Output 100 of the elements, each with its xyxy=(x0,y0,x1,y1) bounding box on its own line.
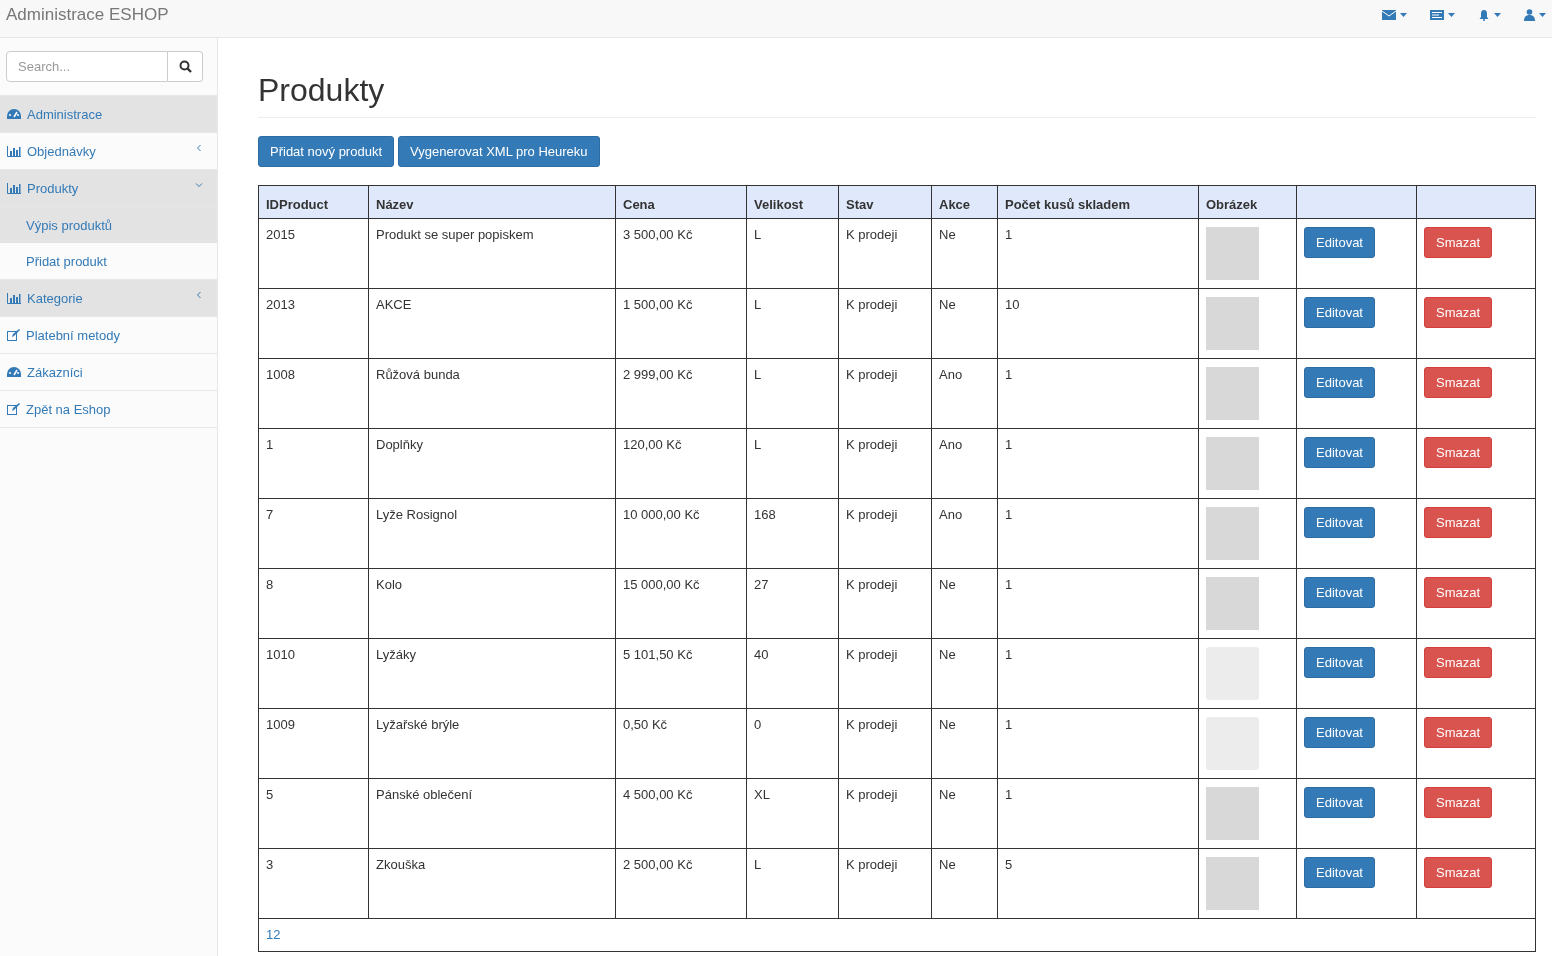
column-header: Velikost xyxy=(746,185,839,219)
edit-button[interactable]: Editovat xyxy=(1304,297,1375,328)
table-cell: 1 xyxy=(997,568,1199,639)
delete-button[interactable]: Smazat xyxy=(1424,297,1493,328)
table-cell: Kolo xyxy=(368,568,616,639)
tasks-icon xyxy=(1430,10,1444,20)
table-cell: K prodeji xyxy=(838,358,932,429)
table-cell: Ne xyxy=(931,218,998,289)
search-field[interactable]: Search... xyxy=(6,51,168,82)
edit-button[interactable]: Editovat xyxy=(1304,507,1375,538)
edit-button[interactable]: Editovat xyxy=(1304,577,1375,608)
table-cell: Doplňky xyxy=(368,428,616,499)
sidebar-item[interactable]: Platební metody xyxy=(0,317,217,354)
table-cell: 2013 xyxy=(258,288,369,359)
column-header: Cena xyxy=(615,185,747,219)
pagination-link[interactable]: 12 xyxy=(266,927,281,942)
sidebar-item[interactable]: Zpět na Eshop xyxy=(0,391,217,428)
table-cell: 1 xyxy=(997,218,1199,289)
brand-title[interactable]: Administrace ESHOP xyxy=(0,0,175,25)
table-cell: 2 500,00 Kč xyxy=(615,848,747,919)
bar-chart-icon xyxy=(7,292,21,304)
table-cell: AKCE xyxy=(368,288,616,359)
table-cell: 40 xyxy=(746,638,839,709)
edit-button[interactable]: Editovat xyxy=(1304,437,1375,468)
delete-button[interactable]: Smazat xyxy=(1424,717,1493,748)
delete-button[interactable]: Smazat xyxy=(1424,787,1493,818)
edit-button[interactable]: Editovat xyxy=(1304,717,1375,748)
photo-placeholder xyxy=(1206,787,1259,840)
envelope-icon xyxy=(1382,10,1396,20)
table-cell: K prodeji xyxy=(838,568,932,639)
edit-button[interactable]: Editovat xyxy=(1304,647,1375,678)
photo-placeholder xyxy=(1206,507,1259,560)
edit-button[interactable]: Editovat xyxy=(1304,787,1375,818)
user-menu-button[interactable] xyxy=(1524,8,1546,22)
table-cell: K prodeji xyxy=(838,778,932,849)
column-header: Stav xyxy=(838,185,932,219)
action-button[interactable]: Přidat nový produkt xyxy=(258,136,394,167)
delete-button[interactable]: Smazat xyxy=(1424,437,1493,468)
table-cell: K prodeji xyxy=(838,848,932,919)
sidebar-item[interactable]: Administrace xyxy=(0,96,217,133)
edit-button[interactable]: Editovat xyxy=(1304,367,1375,398)
table-cell: 5 xyxy=(258,778,369,849)
table-cell: 10 000,00 Kč xyxy=(615,498,747,569)
tasks-menu-button[interactable] xyxy=(1430,8,1455,22)
bell-menu-button[interactable] xyxy=(1478,8,1501,22)
table-cell: K prodeji xyxy=(838,428,932,499)
edit-icon xyxy=(7,329,20,341)
table-cell: Růžová bunda xyxy=(368,358,616,429)
table-cell: 0,50 Kč xyxy=(615,708,747,779)
table-cell: L xyxy=(746,358,839,429)
photo-placeholder xyxy=(1206,297,1259,350)
table-cell: Ne xyxy=(931,568,998,639)
table-cell: 1 xyxy=(997,638,1199,709)
dashboard-icon xyxy=(7,366,21,378)
table-cell: Lyžáky xyxy=(368,638,616,709)
table-cell: 1 xyxy=(997,358,1199,429)
table-cell: Ano xyxy=(931,498,998,569)
table-cell: 2015 xyxy=(258,218,369,289)
table-cell: 1 500,00 Kč xyxy=(615,288,747,359)
user-icon xyxy=(1524,9,1535,21)
table-cell: Ne xyxy=(931,848,998,919)
dashboard-icon xyxy=(7,108,21,120)
search-button[interactable] xyxy=(168,51,203,82)
edit-button[interactable]: Editovat xyxy=(1304,227,1375,258)
delete-button[interactable]: Smazat xyxy=(1424,227,1493,258)
edit-icon xyxy=(7,403,20,415)
column-header: Název xyxy=(368,185,616,219)
table-cell: L xyxy=(746,428,839,499)
mail-menu-button[interactable] xyxy=(1382,8,1407,22)
edit-button[interactable]: Editovat xyxy=(1304,857,1375,888)
sidebar-item[interactable]: Produkty xyxy=(0,170,217,207)
delete-button[interactable]: Smazat xyxy=(1424,577,1493,608)
page-title: Produkty xyxy=(258,72,1536,118)
sidebar-item[interactable]: Kategorie xyxy=(0,280,217,317)
table-cell: XL xyxy=(746,778,839,849)
sidebar-subitem[interactable]: Výpis produktů xyxy=(0,207,217,243)
delete-button[interactable]: Smazat xyxy=(1424,367,1493,398)
table-cell: Ano xyxy=(931,358,998,429)
column-header: IDProduct xyxy=(258,185,369,219)
delete-button[interactable]: Smazat xyxy=(1424,647,1493,678)
sidebar-item[interactable]: Zákazníci xyxy=(0,354,217,391)
table-cell: L xyxy=(746,848,839,919)
table-cell: 1 xyxy=(258,428,369,499)
table-cell: Lyže Rosignol xyxy=(368,498,616,569)
delete-button[interactable]: Smazat xyxy=(1424,857,1493,888)
table-cell: 10 xyxy=(997,288,1199,359)
delete-button[interactable]: Smazat xyxy=(1424,507,1493,538)
table-cell: Ano xyxy=(931,428,998,499)
photo-placeholder xyxy=(1206,437,1259,490)
caret-icon xyxy=(1494,13,1501,17)
bar-chart-icon xyxy=(7,145,21,157)
table-cell: 15 000,00 Kč xyxy=(615,568,747,639)
action-button[interactable]: Vygenerovat XML pro Heureku xyxy=(398,136,600,167)
table-cell: 1 xyxy=(997,498,1199,569)
table-cell: L xyxy=(746,288,839,359)
table-cell: 1 xyxy=(997,708,1199,779)
bar-chart-icon xyxy=(7,182,21,194)
photo-placeholder xyxy=(1206,857,1259,910)
table-cell: Ne xyxy=(931,638,998,709)
photo-placeholder xyxy=(1206,367,1259,420)
